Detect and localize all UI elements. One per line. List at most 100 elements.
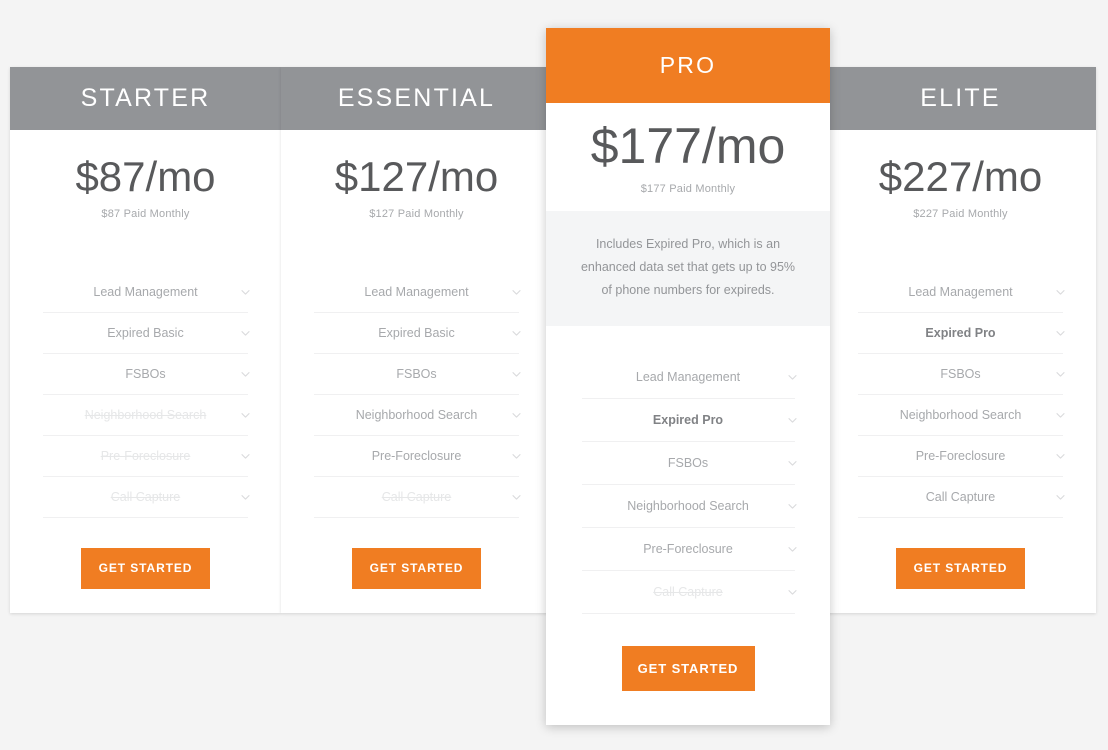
pricing-plans-container: STARTER $87/mo $87 Paid Monthly Lead Manage… [0,0,1108,750]
feature-label: Expired Basic [107,326,184,340]
feature-label: FSBOs [125,367,166,381]
plan-price: $227/mo [878,153,1043,200]
feature-row[interactable]: Expired Basic [43,313,250,354]
chevron-down-icon[interactable] [512,411,521,420]
feature-list: Lead Management Expired Pro FSBOs Neighborh… [858,272,1065,518]
feature-row[interactable]: Call Capture [314,477,521,518]
feature-label: FSBOs [396,367,437,381]
feature-row[interactable]: Expired Pro [858,313,1065,354]
feature-label: Lead Management [908,285,1013,299]
plan-price: $127/mo [334,153,499,200]
feature-row[interactable]: Neighborhood Search [581,485,797,529]
chevron-down-icon[interactable] [1056,452,1065,461]
feature-row[interactable]: Neighborhood Search [43,395,250,436]
feature-row[interactable]: Lead Management [858,272,1065,313]
pricing-card-pro: PRO $177/mo $177 Paid Monthly Includes Expi… [546,28,830,725]
feature-label: FSBOs [940,367,981,381]
chevron-down-icon[interactable] [787,416,797,425]
get-started-button[interactable]: GET STARTED [896,548,1025,589]
chevron-down-icon[interactable] [1056,288,1065,297]
feature-label: Expired Pro [652,413,724,428]
chevron-down-icon[interactable] [1056,411,1065,420]
feature-row[interactable]: Neighborhood Search [314,395,521,436]
feature-row[interactable]: Pre-Foreclosure [858,436,1065,477]
pricing-card-essential: ESSENTIAL $127/mo $127 Paid Monthly Lead Ma… [281,67,552,613]
plan-name: ELITE [825,67,1096,130]
chevron-down-icon[interactable] [787,373,797,382]
feature-row[interactable]: FSBOs [858,354,1065,395]
price-block: $127/mo $127 Paid Monthly [281,130,552,221]
chevron-down-icon[interactable] [241,370,250,379]
get-started-button[interactable]: GET STARTED [621,646,755,692]
plan-description: Includes Expired Pro, which is an enhanc… [546,211,830,327]
chevron-down-icon[interactable] [512,288,521,297]
feature-row[interactable]: Lead Management [43,272,250,313]
feature-label: Neighborhood Search [627,499,749,514]
chevron-down-icon[interactable] [241,411,250,420]
chevron-down-icon[interactable] [787,545,797,554]
feature-row[interactable]: Call Capture [858,477,1065,518]
chevron-down-icon[interactable] [787,459,797,468]
feature-list: Lead Management Expired Basic FSBOs Neighbo… [43,272,250,518]
feature-row[interactable]: Pre-Foreclosure [314,436,521,477]
feature-label: Call Capture [653,585,723,600]
price-block: $227/mo $227 Paid Monthly [825,130,1096,221]
feature-row[interactable]: Neighborhood Search [858,395,1065,436]
feature-label: Pre-Foreclosure [915,449,1006,463]
feature-label: Call Capture [110,490,181,504]
feature-label: Neighborhood Search [355,408,478,422]
cta-container: GET STARTED [281,548,552,589]
plan-price: $177/mo [590,118,786,174]
chevron-down-icon[interactable] [512,329,521,338]
feature-row[interactable]: Lead Management [314,272,521,313]
plan-price-subtitle: $227 Paid Monthly [913,208,1008,220]
feature-row[interactable]: Expired Pro [581,399,797,443]
chevron-down-icon[interactable] [241,329,250,338]
feature-row[interactable]: Expired Basic [314,313,521,354]
chevron-down-icon[interactable] [1056,329,1065,338]
feature-row[interactable]: FSBOs [43,354,250,395]
get-started-button[interactable]: GET STARTED [81,548,210,589]
feature-label: Lead Management [364,285,469,299]
get-started-button[interactable]: GET STARTED [352,548,481,589]
feature-row[interactable]: Lead Management [581,356,797,400]
pricing-card-starter: STARTER $87/mo $87 Paid Monthly Lead Manage… [10,67,281,613]
feature-label: Call Capture [925,490,996,504]
plan-price-subtitle: $87 Paid Monthly [101,208,190,220]
feature-label: Call Capture [381,490,452,504]
plan-price-subtitle: $127 Paid Monthly [369,208,464,220]
chevron-down-icon[interactable] [512,452,521,461]
chevron-down-icon[interactable] [512,370,521,379]
feature-row[interactable]: FSBOs [581,442,797,486]
chevron-down-icon[interactable] [241,493,250,502]
feature-row[interactable]: Pre-Foreclosure [43,436,250,477]
chevron-down-icon[interactable] [1056,493,1065,502]
cta-container: GET STARTED [825,548,1096,589]
feature-list: Lead Management Expired Basic FSBOs Neighbo… [314,272,521,518]
feature-label: Expired Basic [378,326,455,340]
pricing-card-elite: ELITE $227/mo $227 Paid Monthly Lead Manage… [825,67,1096,613]
chevron-down-icon[interactable] [1056,370,1065,379]
plan-name: PRO [546,28,830,103]
feature-row[interactable]: Call Capture [581,571,797,615]
feature-label: Neighborhood Search [84,408,207,422]
feature-label: Expired Pro [925,326,996,340]
feature-row[interactable]: Call Capture [43,477,250,518]
price-block: $87/mo $87 Paid Monthly [10,130,281,221]
chevron-down-icon[interactable] [512,493,521,502]
feature-label: Neighborhood Search [899,408,1022,422]
chevron-down-icon[interactable] [241,288,250,297]
feature-label: FSBOs [667,456,709,471]
plan-name: ESSENTIAL [281,67,552,130]
cta-container: GET STARTED [10,548,281,589]
feature-row[interactable]: FSBOs [314,354,521,395]
plan-price-subtitle: $177 Paid Monthly [640,183,736,195]
chevron-down-icon[interactable] [241,452,250,461]
feature-label: Pre-Foreclosure [371,449,462,463]
feature-label: Lead Management [635,370,741,385]
feature-row[interactable]: Pre-Foreclosure [581,528,797,572]
price-block: $177/mo $177 Paid Monthly [546,103,830,195]
chevron-down-icon[interactable] [787,588,797,597]
chevron-down-icon[interactable] [787,502,797,511]
plan-name: STARTER [10,67,281,130]
